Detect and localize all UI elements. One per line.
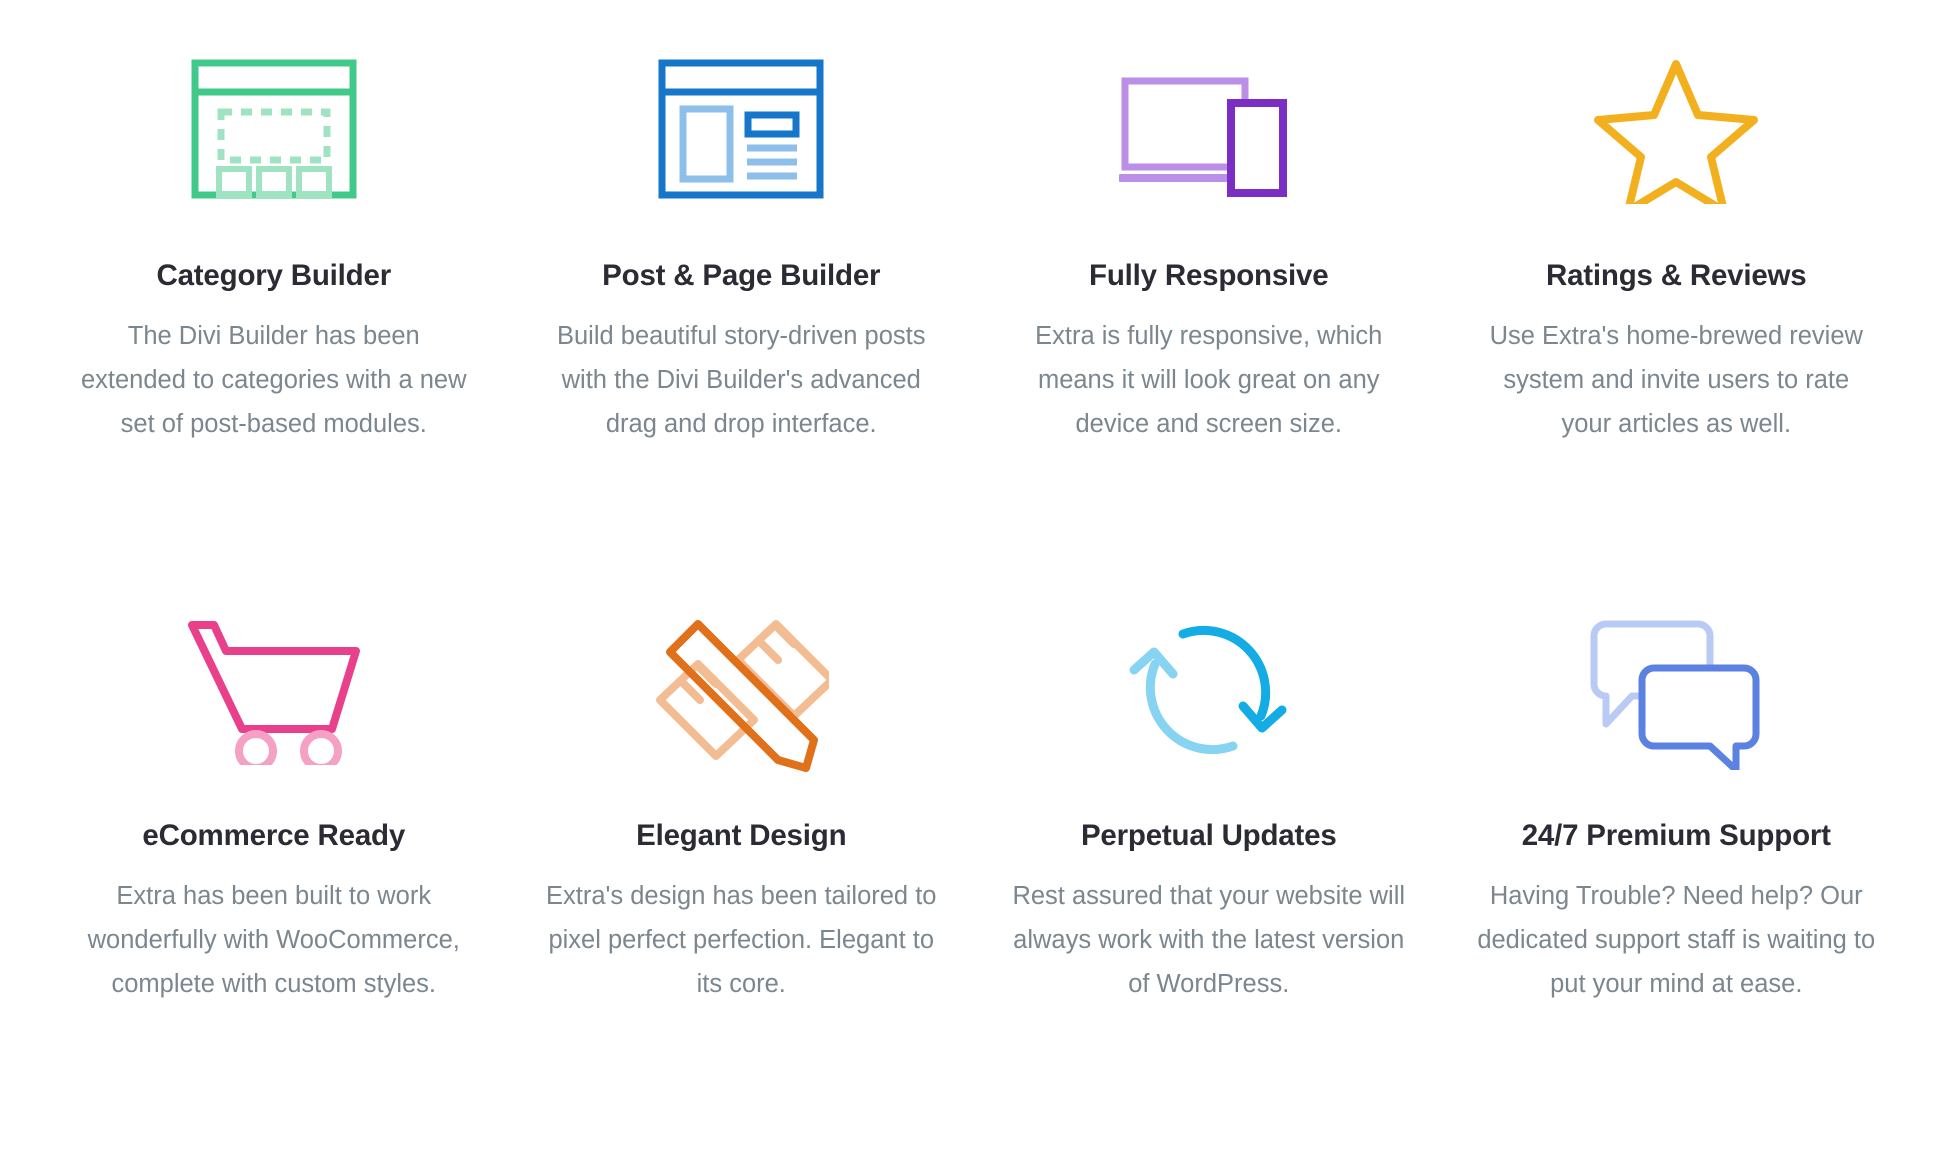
feature-title: 24/7 Premium Support	[1521, 819, 1831, 852]
feature-description: Use Extra's home-brewed review system an…	[1489, 322, 1863, 439]
feature-description: Extra has been built to work wonderfully…	[87, 882, 460, 999]
feature-description: Having Trouble? Need help? Our dedicated…	[1477, 882, 1876, 999]
features-grid: Category Builder The Divi Builder has be…	[0, 0, 1950, 1007]
star-icon	[1591, 44, 1761, 214]
feature-card-post-page-builder: Post & Page Builder Build beautiful stor…	[508, 44, 976, 600]
feature-card-fully-responsive: Fully Responsive Extra is fully responsi…	[975, 44, 1443, 600]
feature-card-premium-support: 24/7 Premium Support Having Trouble? Nee…	[1443, 600, 1911, 1007]
pencil-ruler-icon	[654, 600, 829, 780]
feature-title: eCommerce Ready	[142, 819, 406, 852]
feature-description: Extra is fully responsive, which means i…	[1035, 322, 1383, 439]
feature-description: Build beautiful story-driven posts with …	[556, 322, 926, 439]
shopping-cart-icon	[184, 600, 364, 780]
feature-title: Fully Responsive	[1089, 259, 1329, 292]
feature-description: The Divi Builder has been extended to ca…	[80, 322, 467, 439]
post-page-builder-icon	[658, 44, 824, 214]
feature-title: Ratings & Reviews	[1545, 259, 1807, 292]
feature-title: Perpetual Updates	[1080, 819, 1337, 852]
feature-card-perpetual-updates: Perpetual Updates Rest assured that your…	[975, 600, 1443, 1007]
feature-title: Elegant Design	[636, 819, 847, 852]
category-builder-icon	[191, 44, 357, 214]
feature-card-ratings-reviews: Ratings & Reviews Use Extra's home-brewe…	[1443, 44, 1911, 600]
feature-card-ecommerce-ready: eCommerce Ready Extra has been built to …	[40, 600, 508, 1007]
chat-bubbles-icon	[1586, 600, 1766, 780]
feature-description: Rest assured that your website will alwa…	[1012, 882, 1406, 999]
feature-card-elegant-design: Elegant Design Extra's design has been t…	[508, 600, 976, 1007]
feature-card-category-builder: Category Builder The Divi Builder has be…	[40, 44, 508, 600]
refresh-cycle-icon	[1121, 600, 1296, 780]
feature-title: Post & Page Builder	[602, 259, 881, 292]
fully-responsive-icon	[1118, 44, 1299, 214]
feature-title: Category Builder	[156, 259, 392, 292]
feature-description: Extra's design has been tailored to pixe…	[546, 882, 937, 999]
